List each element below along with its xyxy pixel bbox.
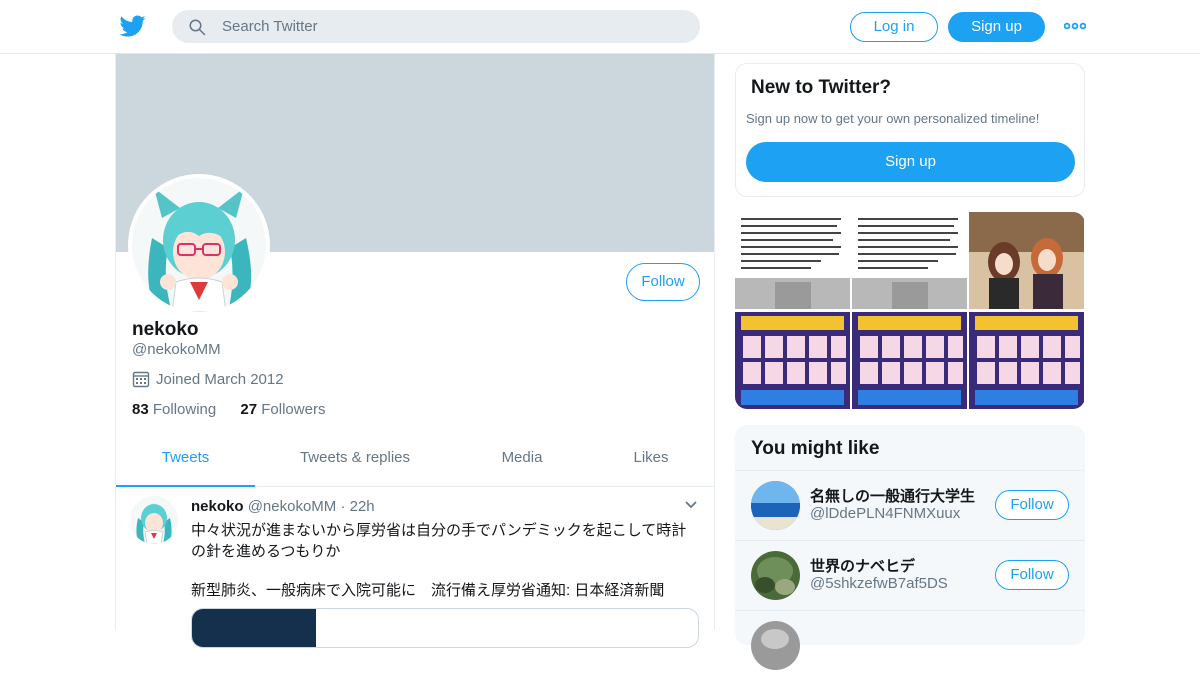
tweet-text: 中々状況が進まないから厚労省は自分の手でパンデミックを起こして時計の針を進めるつ… — [191, 520, 701, 601]
profile-column: Follow nekoko @nekokoMM Joined March 201… — [115, 54, 715, 648]
suggested-user-handle[interactable]: @lDdePLN4FNMXuux — [810, 505, 960, 522]
suggested-user-row[interactable]: 世界のナベヒデ @5shkzefwB7af5DS Follow — [735, 540, 1085, 610]
tweet-avatar[interactable] — [130, 496, 178, 544]
anime-illustration-image — [969, 212, 1084, 309]
beach-photo-avatar — [751, 481, 800, 530]
suggested-user-handle[interactable]: @5shkzefwB7af5DS — [810, 575, 948, 592]
game-gacha-screen-image — [969, 312, 1084, 409]
media-thumbnail[interactable] — [969, 212, 1084, 309]
news-text-image — [852, 212, 967, 309]
search-box[interactable] — [172, 10, 700, 43]
link-card-thumbnail — [192, 609, 316, 647]
follow-button[interactable]: Follow — [995, 560, 1069, 590]
media-thumbnail[interactable] — [735, 312, 850, 409]
tweet-text-line: 中々状況が進まないから厚労省は自分の手でパンデミックを起こして時計の針を進めるつ… — [191, 522, 687, 560]
tweet-time[interactable]: 22h — [350, 498, 375, 515]
profile-handle: @nekokoMM — [132, 341, 221, 358]
login-button[interactable]: Log in — [850, 12, 938, 42]
signup-prompt-title: New to Twitter? — [751, 77, 892, 98]
media-thumbnail[interactable] — [852, 212, 967, 309]
profile-avatar[interactable] — [128, 174, 270, 316]
following-stat[interactable]: 83 Following — [132, 401, 216, 418]
calendar-icon — [132, 371, 150, 388]
media-grid — [735, 212, 1085, 409]
you-might-like-title: You might like — [751, 438, 880, 459]
twitter-bird-icon[interactable] — [120, 13, 146, 39]
anime-character-avatar-image — [130, 496, 178, 544]
signup-button[interactable]: Sign up — [948, 12, 1045, 42]
tab-likes[interactable]: Likes — [621, 437, 681, 487]
signup-prompt-button[interactable]: Sign up — [746, 142, 1075, 182]
follow-button[interactable]: Follow — [995, 490, 1069, 520]
following-count: 83 — [132, 401, 149, 418]
tweet-link-card[interactable] — [191, 608, 699, 648]
news-text-image — [735, 212, 850, 309]
tweet-author-handle[interactable]: @nekokoMM — [248, 498, 337, 515]
game-gacha-screen-image — [852, 312, 967, 409]
signup-prompt-box: New to Twitter? Sign up now to get your … — [735, 63, 1085, 197]
media-thumbnail[interactable] — [852, 312, 967, 409]
following-label: Following — [152, 401, 217, 418]
followers-count: 27 — [240, 401, 258, 418]
more-dots-icon[interactable] — [1064, 19, 1086, 33]
suggested-user-row[interactable] — [735, 610, 1085, 680]
profile-stats: 83 Following 27 Followers — [132, 401, 345, 418]
tweet-header: nekoko @nekokoMM · 22h — [191, 498, 375, 515]
tweet-item[interactable]: nekoko @nekokoMM · 22h 中々状況が進まないから厚労省は自分… — [116, 488, 714, 648]
search-icon — [189, 19, 206, 36]
nature-photo-avatar — [751, 551, 800, 600]
search-input[interactable] — [222, 10, 682, 43]
suggested-user-avatar[interactable] — [751, 621, 800, 670]
top-navigation-bar: Log in Sign up — [0, 0, 1200, 54]
suggested-user-row[interactable]: 名無しの一般通行大学生 @lDdePLN4FNMXuux Follow — [735, 470, 1085, 540]
you-might-like-box: You might like 名無しの一般通行大学生 @lDdePLN4FNMX… — [735, 425, 1085, 670]
suggested-user-name[interactable]: 世界のナベヒデ — [810, 555, 915, 576]
followers-stat[interactable]: 27 Followers — [240, 401, 325, 418]
tweet-separator: · — [340, 498, 346, 515]
suggested-user-avatar[interactable] — [751, 481, 800, 530]
anime-character-avatar-image — [132, 178, 266, 312]
follow-profile-button[interactable]: Follow — [626, 263, 700, 301]
suggested-user-avatar[interactable] — [751, 551, 800, 600]
game-gacha-screen-image — [735, 312, 850, 409]
profile-tabs: Tweets Tweets & replies Media Likes — [116, 437, 714, 487]
tab-tweets-and-replies[interactable]: Tweets & replies — [281, 437, 429, 487]
chevron-down-icon[interactable] — [684, 500, 698, 510]
profile-joined-date: Joined March 2012 — [132, 370, 284, 388]
tab-media[interactable]: Media — [488, 437, 556, 487]
media-thumbnail[interactable] — [735, 212, 850, 309]
media-thumbnail[interactable] — [969, 312, 1084, 409]
grey-photo-avatar — [751, 621, 800, 670]
suggested-user-name[interactable]: 名無しの一般通行大学生 — [810, 485, 975, 506]
tab-tweets[interactable]: Tweets — [116, 437, 255, 487]
followers-label: Followers — [261, 401, 326, 418]
signup-prompt-subtitle: Sign up now to get your own personalized… — [746, 111, 1040, 126]
tweet-author-name[interactable]: nekoko — [191, 498, 244, 515]
joined-text: Joined March 2012 — [156, 371, 284, 388]
profile-name: nekoko — [132, 319, 199, 340]
tweet-link-title: 新型肺炎、一般病床で入院可能に 流行備え厚労省通知: 日本経済新聞 — [191, 582, 665, 599]
